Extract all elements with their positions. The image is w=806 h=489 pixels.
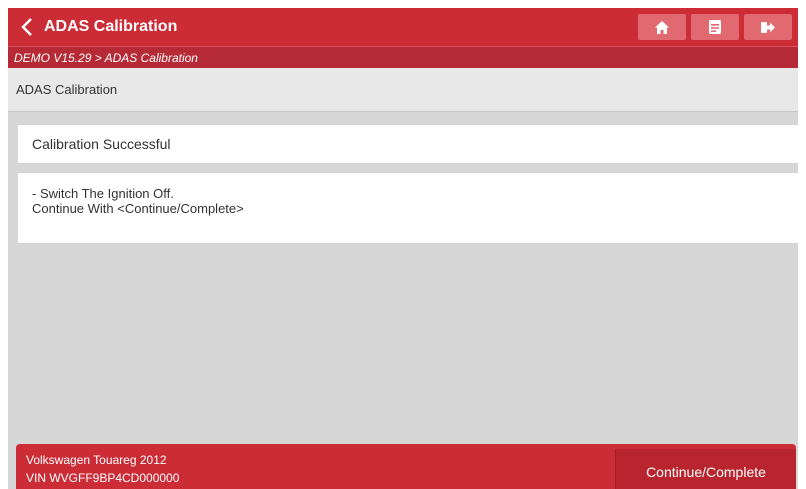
footer-bar: Volkswagen Touareg 2012 VIN WVGFF9BP4CD0… [16, 444, 796, 489]
section-header: ADAS Calibration [8, 68, 798, 112]
exit-icon [761, 21, 775, 33]
chevron-left-icon [21, 18, 32, 36]
message-line-1: - Switch The Ignition Off. [32, 186, 174, 201]
message-panel: - Switch The Ignition Off. Continue With… [18, 173, 798, 243]
home-button[interactable] [638, 14, 686, 40]
status-panel: Calibration Successful [18, 125, 798, 163]
vehicle-name: Volkswagen Touareg 2012 [26, 453, 167, 467]
message-line-2: Continue With <Continue/Complete> [32, 201, 244, 216]
page-title: ADAS Calibration [44, 18, 178, 35]
status-text: Calibration Successful [32, 136, 171, 152]
breadcrumb: DEMO V15.29 > ADAS Calibration [8, 46, 798, 68]
vehicle-vin: VIN WVGFF9BP4CD000000 [26, 471, 180, 485]
title-bar: ADAS Calibration [8, 8, 798, 46]
home-icon [655, 20, 669, 34]
report-button[interactable] [691, 14, 739, 40]
app-screen: ADAS Calibration DEMO V15.29 > ADAS Cali… [8, 8, 798, 489]
toolbar-buttons [638, 14, 792, 40]
exit-button[interactable] [744, 14, 792, 40]
report-icon [709, 20, 721, 34]
back-button[interactable] [12, 8, 42, 46]
continue-complete-button[interactable]: Continue/Complete [615, 449, 796, 489]
